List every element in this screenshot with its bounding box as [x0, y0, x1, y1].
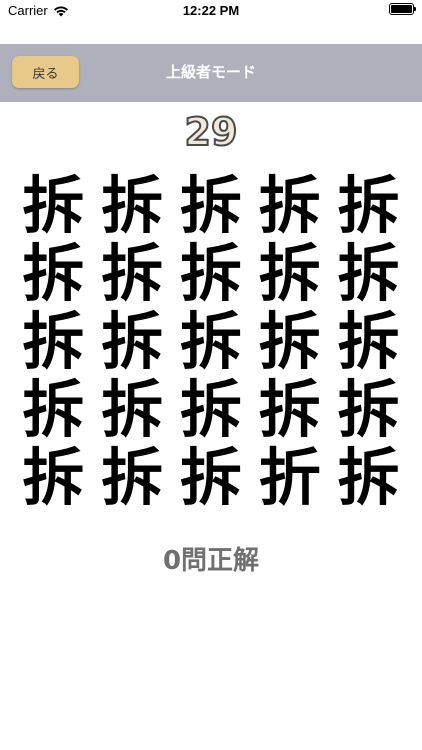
kanji-cell[interactable]: 拆 [14, 376, 93, 444]
kanji-cell[interactable]: 拆 [250, 376, 329, 444]
kanji-grid: 拆 拆 拆 拆 拆 拆 拆 拆 拆 拆 拆 拆 拆 拆 拆 拆 拆 拆 拆 拆 … [14, 172, 408, 512]
kanji-cell[interactable]: 拆 [14, 172, 93, 240]
nav-bar: 戻る 上級者モード [0, 44, 422, 102]
kanji-cell[interactable]: 拆 [172, 172, 251, 240]
kanji-cell[interactable]: 拆 [250, 308, 329, 376]
kanji-cell[interactable]: 拆 [14, 444, 93, 512]
kanji-cell[interactable]: 拆 [329, 376, 408, 444]
kanji-cell[interactable]: 折 [250, 444, 329, 512]
kanji-cell[interactable]: 拆 [93, 444, 172, 512]
kanji-cell[interactable]: 拆 [329, 444, 408, 512]
kanji-cell[interactable]: 拆 [14, 240, 93, 308]
kanji-cell[interactable]: 拆 [93, 308, 172, 376]
kanji-cell[interactable]: 拆 [329, 172, 408, 240]
kanji-cell[interactable]: 拆 [93, 172, 172, 240]
kanji-cell[interactable]: 拆 [329, 308, 408, 376]
nav-title: 上級者モード [165, 63, 256, 81]
kanji-cell[interactable]: 拆 [172, 308, 251, 376]
countdown-timer: 29 [184, 109, 239, 155]
kanji-cell[interactable]: 拆 [172, 376, 251, 444]
kanji-cell[interactable]: 拆 [14, 308, 93, 376]
kanji-cell[interactable]: 拆 [250, 240, 329, 308]
status-bar: Carrier 12:22 PM [0, 0, 422, 44]
kanji-cell[interactable]: 拆 [329, 240, 408, 308]
kanji-cell[interactable]: 拆 [172, 240, 251, 308]
kanji-cell[interactable]: 拆 [172, 444, 251, 512]
kanji-cell[interactable]: 拆 [250, 172, 329, 240]
kanji-cell[interactable]: 拆 [93, 240, 172, 308]
status-time: 12:22 PM [182, 3, 240, 18]
battery-icon [389, 3, 416, 15]
kanji-cell[interactable]: 拆 [93, 376, 172, 444]
score-label: 0問正解 [162, 546, 260, 576]
